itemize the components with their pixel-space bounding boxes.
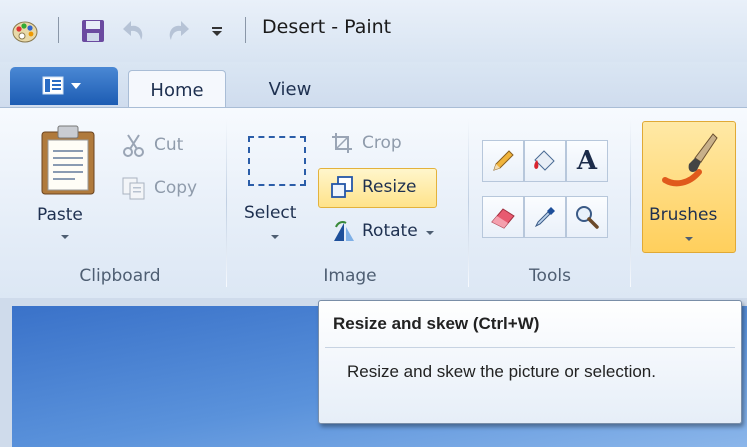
pencil-tool[interactable]: [482, 140, 524, 182]
tooltip-description: Resize and skew the picture or selection…: [347, 362, 656, 381]
crop-button[interactable]: Crop: [330, 128, 402, 158]
cut-button[interactable]: Cut: [120, 130, 183, 160]
tab-home[interactable]: Home: [128, 70, 226, 109]
undo-icon[interactable]: [118, 14, 152, 48]
brushes-dropdown-arrow[interactable]: [685, 237, 693, 241]
title-separator: [245, 17, 246, 43]
resize-label: Resize: [362, 177, 417, 197]
color-picker-tool[interactable]: [524, 196, 566, 238]
tooltip-title: Resize and skew (Ctrl+W): [333, 314, 540, 333]
rotate-button[interactable]: Rotate: [330, 216, 434, 246]
redo-icon[interactable]: [160, 14, 194, 48]
brushes-button[interactable]: Brushes: [642, 121, 736, 253]
rotate-dropdown-arrow[interactable]: [425, 231, 434, 235]
copy-label: Copy: [154, 178, 198, 198]
paste-button[interactable]: Paste: [28, 120, 108, 260]
app-menu-button[interactable]: [10, 67, 118, 105]
eraser-icon: [491, 208, 515, 229]
brush-icon: [662, 133, 718, 187]
tooltip-separator: [325, 347, 735, 348]
paste-dropdown-arrow[interactable]: [61, 235, 69, 239]
cut-icon: [123, 134, 144, 157]
text-tool[interactable]: A: [566, 140, 608, 182]
crop-icon: [332, 133, 352, 153]
title-bar: Desert - Paint: [0, 0, 747, 62]
resize-button[interactable]: Resize: [330, 172, 416, 202]
tab-view[interactable]: View: [242, 70, 338, 108]
color-picker-icon: [534, 207, 555, 228]
brushes-label: Brushes: [649, 205, 718, 225]
copy-button[interactable]: Copy: [120, 173, 197, 203]
select-label: Select: [244, 203, 297, 223]
crop-label: Crop: [362, 133, 402, 153]
text-icon: A: [576, 146, 598, 176]
quick-access-separator: [58, 17, 59, 43]
paste-icon: [41, 125, 95, 195]
paste-label: Paste: [37, 205, 83, 225]
tab-view-label: View: [268, 78, 312, 100]
magnifier-icon: [576, 206, 599, 229]
resize-icon: [331, 176, 353, 198]
select-button[interactable]: Select: [238, 124, 312, 260]
eraser-tool[interactable]: [482, 196, 524, 238]
copy-icon: [122, 177, 145, 200]
rotate-icon: [334, 221, 354, 241]
pencil-icon: [493, 150, 514, 171]
select-icon: [248, 136, 306, 186]
tools-group-label: Tools: [529, 266, 571, 286]
clipboard-group-label: Clipboard: [79, 266, 161, 286]
rotate-label: Rotate: [362, 221, 418, 241]
cut-label: Cut: [154, 135, 184, 155]
group-separator: [468, 117, 469, 287]
group-separator: [630, 117, 631, 287]
window-title: Desert - Paint: [262, 16, 392, 38]
fill-tool[interactable]: [524, 140, 566, 182]
paint-app-icon[interactable]: [8, 14, 42, 48]
group-separator: [226, 117, 227, 287]
resize-tooltip: Resize and skew (Ctrl+W) Resize and skew…: [318, 300, 742, 424]
customize-quick-access-icon[interactable]: [204, 14, 230, 48]
magnifier-tool[interactable]: [566, 196, 608, 238]
tab-home-label: Home: [150, 79, 204, 101]
select-dropdown-arrow[interactable]: [271, 235, 279, 239]
save-icon[interactable]: [76, 14, 110, 48]
fill-icon: [534, 150, 555, 171]
image-group-label: Image: [323, 266, 377, 286]
app-menu-icon: [42, 76, 81, 95]
